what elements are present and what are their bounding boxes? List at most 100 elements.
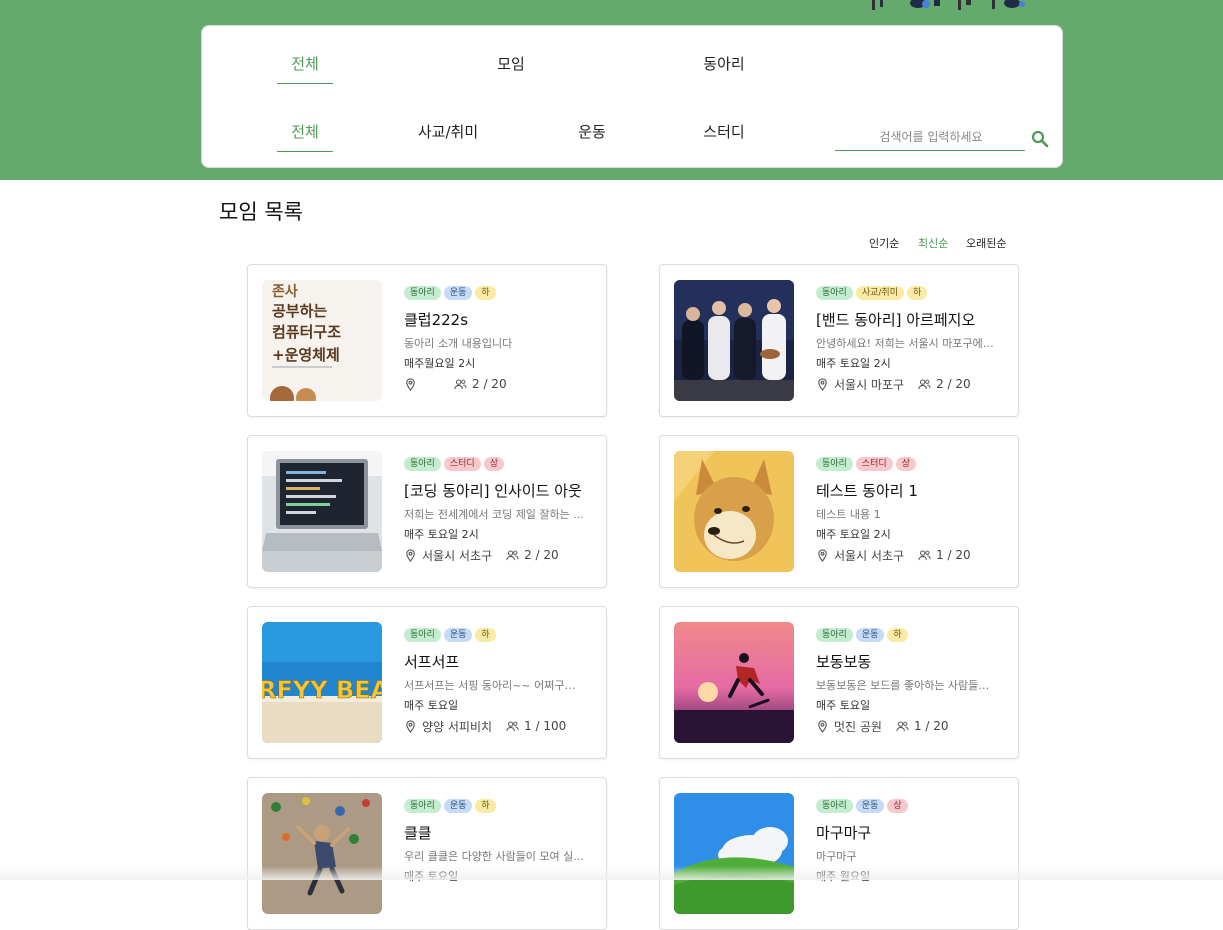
- meetup-title: 서프서프: [404, 653, 460, 671]
- search-icon[interactable]: [1031, 130, 1049, 148]
- tag-topic: 운동: [855, 628, 885, 642]
- meetup-title: 마구마구: [816, 824, 872, 842]
- beach-photo-image: RFYY BEA: [262, 622, 382, 743]
- meetup-thumbnail: [674, 451, 794, 572]
- meetup-description: 동아리 소개 내용입니다: [404, 337, 513, 350]
- sort-popular[interactable]: 인기순: [869, 235, 899, 251]
- search-input[interactable]: [835, 126, 1027, 148]
- meetup-title: 클럽222s: [404, 311, 469, 329]
- members-icon: [896, 721, 909, 731]
- meadow-illustration-image: [674, 793, 794, 914]
- meetup-schedule: 매주월요일 2시: [404, 357, 476, 370]
- band-photo-image: [674, 280, 794, 401]
- tag-type: 동아리: [816, 628, 853, 642]
- topic-tab-all[interactable]: 전체: [277, 121, 333, 152]
- meetup-card[interactable]: 동아리운동상 마구마구 마구마구 매주 월요일: [659, 777, 1019, 930]
- tag-list: 동아리 스터디 상: [816, 457, 919, 473]
- meetup-meta: 서울시 마포구 2 / 20: [816, 376, 971, 392]
- dog-illustration-image: [674, 451, 794, 572]
- meetup-thumbnail: [674, 622, 794, 743]
- meetup-location: 서울시 서초구: [834, 548, 905, 563]
- location-pin-icon: [406, 377, 415, 391]
- location-pin-icon: [406, 548, 415, 562]
- meetup-title: 테스트 동아리 1: [816, 482, 918, 500]
- tag-level: 상: [483, 457, 504, 471]
- meetup-description: 우리 클클은 다양한 사람들이 모여 실...: [404, 850, 584, 863]
- tag-list: 동아리 운동 하: [404, 799, 499, 815]
- meetup-description: 마구마구: [816, 850, 857, 863]
- svg-text:존사: 존사: [272, 284, 298, 300]
- members-icon: [506, 721, 519, 731]
- topic-tab-social-hobby[interactable]: 사교/취미: [408, 121, 488, 151]
- meetup-thumbnail: [262, 451, 382, 572]
- category-tab-club[interactable]: 동아리: [696, 53, 752, 83]
- meetup-card[interactable]: 동아리 스터디 상 [코딩 동아리] 인사이드 아웃 저희는 전세계에서 코딩 제일…: [247, 435, 607, 588]
- tag-topic: 스터디: [855, 457, 893, 471]
- meetup-members: 1 / 100: [524, 719, 567, 733]
- meetup-location: 양양 서피비치: [422, 719, 493, 734]
- meetup-title: 클클: [404, 824, 432, 842]
- tag-list: 동아리 스터디 상: [404, 457, 507, 473]
- tag-level: 하: [475, 286, 496, 300]
- tag-level: 하: [475, 628, 496, 642]
- laptop-photo-image: [262, 451, 382, 572]
- search-field: [835, 126, 1027, 151]
- tag-type: 동아리: [404, 457, 441, 471]
- tag-type: 동아리: [816, 286, 853, 300]
- tag-level: 상: [887, 799, 908, 813]
- climbing-photo-image: [262, 793, 382, 914]
- location-pin-icon: [406, 719, 415, 733]
- category-tab-meetup[interactable]: 모임: [483, 53, 539, 83]
- meetup-card[interactable]: 존사 공부하는 컴퓨터구조 +운영체제 동아리 운동 하 클럽222s 동아리 소개…: [247, 264, 607, 417]
- meetup-card[interactable]: 동아리 운동 하 보동보동 보동보동은 보드를 좋아하는 사람들이 ... 매주 토…: [659, 606, 1019, 759]
- meetup-description: 안녕하세요! 저희는 서울시 마포구에서...: [816, 337, 996, 350]
- category-tab-all[interactable]: 전체: [277, 53, 333, 84]
- filter-panel: 전체 모임 동아리 전체 사교/취미 운동 스터디: [201, 25, 1063, 168]
- topic-tab-sports[interactable]: 운동: [564, 121, 620, 151]
- tag-list: 동아리 운동 하: [404, 628, 499, 644]
- tag-type: 동아리: [404, 286, 441, 300]
- meetup-members: 2 / 20: [524, 548, 559, 562]
- meetup-members: 2 / 20: [936, 377, 971, 391]
- svg-text:공부하는: 공부하는: [272, 302, 327, 320]
- tag-type: 동아리: [816, 457, 853, 471]
- meetup-thumbnail: 존사 공부하는 컴퓨터구조 +운영체제: [262, 280, 382, 401]
- tag-topic: 스터디: [443, 457, 481, 471]
- meetup-members: 1 / 20: [936, 548, 971, 562]
- tag-list: 동아리 사교/취미 하: [816, 286, 930, 302]
- sort-oldest[interactable]: 오래된순: [966, 235, 1006, 251]
- tag-level: 하: [475, 799, 496, 813]
- banner-illustration: [872, 0, 1025, 10]
- meetup-thumbnail: RFYY BEA: [262, 622, 382, 743]
- meetup-title: 보동보동: [816, 653, 872, 671]
- members-icon: [454, 379, 467, 389]
- meetup-card[interactable]: 동아리운동하 클클 우리 클클은 다양한 사람들이 모여 실... 매주 토요일: [247, 777, 607, 930]
- skateboard-photo-image: [674, 622, 794, 743]
- tag-list: 동아리 운동 하: [404, 286, 499, 302]
- meetup-card[interactable]: 동아리 스터디 상 테스트 동아리 1 테스트 내용 1 매주 토요일 2시 서울시…: [659, 435, 1019, 588]
- meetup-meta: 2 / 20: [404, 376, 507, 392]
- page-title: 모임 목록: [219, 200, 303, 224]
- meetup-description: 보동보동은 보드를 좋아하는 사람들이 ...: [816, 679, 996, 692]
- meetup-description: 테스트 내용 1: [816, 508, 881, 521]
- meetup-thumbnail: [674, 280, 794, 401]
- meetup-meta: 양양 서피비치 1 / 100: [404, 718, 566, 734]
- members-icon: [506, 550, 519, 560]
- location-pin-icon: [818, 548, 827, 562]
- sort-newest[interactable]: 최신순: [918, 235, 948, 251]
- tag-type: 동아리: [816, 799, 853, 813]
- tag-level: 상: [895, 457, 916, 471]
- location-pin-icon: [818, 377, 827, 391]
- meetup-schedule: 매주 토요일: [404, 699, 459, 712]
- tag-list: 동아리 운동 상: [816, 799, 911, 815]
- meetup-title: [밴드 동아리] 아르페지오: [816, 311, 976, 329]
- location-pin-icon: [818, 719, 827, 733]
- meetup-description: 저희는 전세계에서 코딩 제일 잘하는 ...: [404, 508, 584, 521]
- svg-text:+운영체제: +운영체제: [272, 346, 340, 364]
- meetup-card[interactable]: 동아리 사교/취미 하 [밴드 동아리] 아르페지오 안녕하세요! 저희는 서울시 …: [659, 264, 1019, 417]
- meetup-schedule: 매주 토요일 2시: [816, 528, 891, 541]
- meetup-schedule: 매주 토요일 2시: [816, 357, 891, 370]
- meetup-card[interactable]: RFYY BEA 동아리 운동 하 서프서프 서프서프는 서핑 동아리~~ 어쩌구~…: [247, 606, 607, 759]
- meetup-members: 2 / 20: [472, 377, 507, 391]
- topic-tab-study[interactable]: 스터디: [696, 121, 752, 151]
